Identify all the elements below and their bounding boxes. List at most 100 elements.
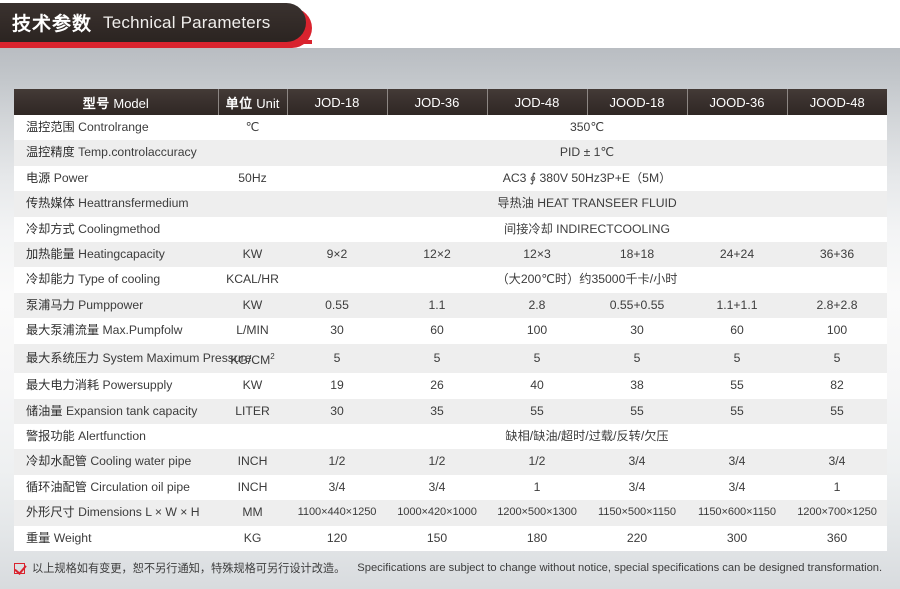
row-label: 温控范围 Controlrange bbox=[14, 115, 218, 141]
table-row: 最大系统压力 System Maximum Pressure KG/CM2 5 5 5 5… bbox=[14, 343, 887, 374]
column-header-jod-18: JOD-18 bbox=[287, 89, 388, 115]
column-header-en: JOD-48 bbox=[514, 94, 560, 110]
row-unit: KG bbox=[218, 525, 287, 551]
footnote: 以上规格如有变更，恕不另行通知，特殊规格可另行设计改造。 Specificati… bbox=[14, 560, 894, 576]
row-unit bbox=[218, 423, 287, 450]
row-value: 1.1 bbox=[387, 292, 487, 319]
row-label-en: Cooling water pipe bbox=[90, 454, 192, 469]
row-value: 150 bbox=[387, 525, 487, 551]
row-value: 30 bbox=[287, 398, 387, 424]
row-value: 24+24 bbox=[687, 242, 787, 268]
row-value: 3/4 bbox=[387, 474, 487, 501]
row-value: 3/4 bbox=[587, 449, 687, 475]
row-value: 1 bbox=[787, 474, 887, 501]
row-label-en: Circulation oil pipe bbox=[90, 479, 190, 494]
row-value: 1150×600×1150 bbox=[687, 500, 787, 526]
row-value: 180 bbox=[487, 525, 587, 551]
row-label-en: Power bbox=[53, 170, 89, 185]
row-label-en: Heattransfermedium bbox=[78, 196, 189, 211]
row-value: 35 bbox=[387, 398, 487, 424]
row-label: 重量 Weight bbox=[14, 525, 218, 551]
column-header-jood-18: JOOD-18 bbox=[587, 89, 688, 115]
row-value: 360 bbox=[787, 525, 887, 551]
column-header-jod-48: JOD-48 bbox=[487, 89, 588, 115]
table-row: 传热媒体 Heattransfermedium 导热油 HEAT TRANSEER… bbox=[14, 191, 887, 217]
column-header-cn: 型号 bbox=[82, 95, 110, 111]
table-body: 温控范围 Controlrange ℃ 350℃ 温控精度 Temp.controla… bbox=[14, 115, 887, 551]
row-value: 55 bbox=[687, 373, 787, 399]
row-unit: KW bbox=[218, 373, 287, 399]
row-value: 5 bbox=[587, 343, 687, 374]
row-value: 3/4 bbox=[787, 449, 887, 475]
row-label-cn: 最大系统压力 bbox=[26, 350, 100, 365]
title-banner: 技术参数 Technical Parameters bbox=[0, 0, 340, 52]
row-label-cn: 泵浦马力 bbox=[26, 297, 75, 312]
row-merged-value: AC3 ∮ 380V 50Hz3P+E（5M） bbox=[287, 165, 887, 192]
row-value: 60 bbox=[387, 318, 487, 344]
row-label-cn: 传热媒体 bbox=[26, 196, 75, 211]
spec-table-container: 型号 Model 单位 Unit JOD-18 JOD-36 JOD-48 JOOD-18… bbox=[14, 89, 887, 551]
row-label-cn: 外形尺寸 bbox=[26, 505, 75, 520]
row-label-en: Temp.controlaccuracy bbox=[78, 145, 197, 160]
table-row: 泵浦马力 Pumppower KW 0.55 1.1 2.8 0.55+0.55 1.1+1… bbox=[14, 292, 887, 319]
row-label: 最大泵浦流量 Max.Pumpfolw bbox=[14, 318, 218, 344]
row-value: 1/2 bbox=[487, 449, 587, 475]
row-value: 300 bbox=[687, 525, 787, 551]
row-label-en: Pumppower bbox=[78, 297, 144, 312]
row-value: 0.55 bbox=[287, 292, 387, 319]
row-label: 循环油配管 Circulation oil pipe bbox=[14, 474, 218, 501]
row-value: 100 bbox=[487, 318, 587, 344]
checkmark-icon bbox=[14, 562, 25, 574]
row-value: 26 bbox=[387, 373, 487, 399]
table-row: 循环油配管 Circulation oil pipe INCH 3/4 3/4 1 3/4… bbox=[14, 474, 887, 501]
table-row: 加热能量 Heatingcapacity KW 9×2 12×2 12×3 18+18 24… bbox=[14, 242, 887, 268]
row-value: 1100×440×1250 bbox=[287, 500, 387, 526]
column-header-en: JOOD-36 bbox=[709, 94, 765, 110]
row-label-en: Max.Pumpfolw bbox=[102, 323, 183, 338]
table-row: 重量 Weight KG 120 150 180 220 300 360 bbox=[14, 525, 887, 551]
row-value: 100 bbox=[787, 318, 887, 344]
row-value: 2.8 bbox=[487, 292, 587, 319]
row-value: 5 bbox=[387, 343, 487, 374]
table-row: 外形尺寸 Dimensions L × W × H MM 1100×440×1250… bbox=[14, 500, 887, 526]
row-unit: L/MIN bbox=[218, 318, 287, 344]
row-label: 冷却水配管 Cooling water pipe bbox=[14, 449, 218, 475]
row-unit: KW bbox=[218, 242, 287, 268]
row-label-cn: 最大电力消耗 bbox=[26, 378, 100, 393]
table-head: 型号 Model 单位 Unit JOD-18 JOD-36 JOD-48 JOOD-18… bbox=[14, 89, 887, 115]
row-merged-value: 导热油 HEAT TRANSEER FLUID bbox=[287, 191, 887, 217]
row-unit: MM bbox=[218, 500, 287, 526]
column-header-jood-48: JOOD-48 bbox=[787, 89, 887, 115]
row-value: 55 bbox=[687, 398, 787, 424]
row-value: 5 bbox=[687, 343, 787, 374]
row-value: 220 bbox=[587, 525, 687, 551]
row-label-en: Alertfunction bbox=[78, 428, 146, 443]
row-unit: KW bbox=[218, 292, 287, 319]
row-merged-value: 间接冷却 INDIRECTCOOLING bbox=[287, 216, 887, 243]
row-value: 19 bbox=[287, 373, 387, 399]
row-value: 3/4 bbox=[687, 449, 787, 475]
row-value: 1000×420×1000 bbox=[387, 500, 487, 526]
row-label-cn: 冷却方式 bbox=[26, 221, 75, 236]
row-unit: KCAL/HR bbox=[218, 267, 287, 293]
table-row: 温控范围 Controlrange ℃ 350℃ bbox=[14, 115, 887, 141]
table-header-row: 型号 Model 单位 Unit JOD-18 JOD-36 JOD-48 JOOD-18… bbox=[14, 89, 887, 115]
table-row: 储油量 Expansion tank capacity LITER 30 35 55 55… bbox=[14, 398, 887, 424]
row-label-cn: 警报功能 bbox=[26, 428, 75, 443]
row-label-cn: 最大泵浦流量 bbox=[26, 323, 100, 338]
table-row: 最大泵浦流量 Max.Pumpfolw L/MIN 30 60 100 30 60 100 bbox=[14, 318, 887, 344]
row-value: 3/4 bbox=[287, 474, 387, 501]
column-header-en: Model bbox=[113, 95, 149, 111]
row-label: 冷却能力 Type of cooling bbox=[14, 267, 218, 293]
row-unit: ℃ bbox=[218, 115, 287, 141]
row-label-en: Dimensions L × W × H bbox=[78, 505, 200, 520]
row-unit-base: KG/CM bbox=[230, 352, 271, 367]
row-unit bbox=[218, 216, 287, 243]
row-label-en: Weight bbox=[53, 530, 92, 545]
table-row: 冷却能力 Type of cooling KCAL/HR （大200℃时）约3500… bbox=[14, 267, 887, 293]
row-label-cn: 加热能量 bbox=[26, 247, 75, 262]
column-header-jod-36: JOD-36 bbox=[387, 89, 488, 115]
row-label: 电源 Power bbox=[14, 165, 218, 192]
row-value: 82 bbox=[787, 373, 887, 399]
row-value: 5 bbox=[287, 343, 387, 374]
